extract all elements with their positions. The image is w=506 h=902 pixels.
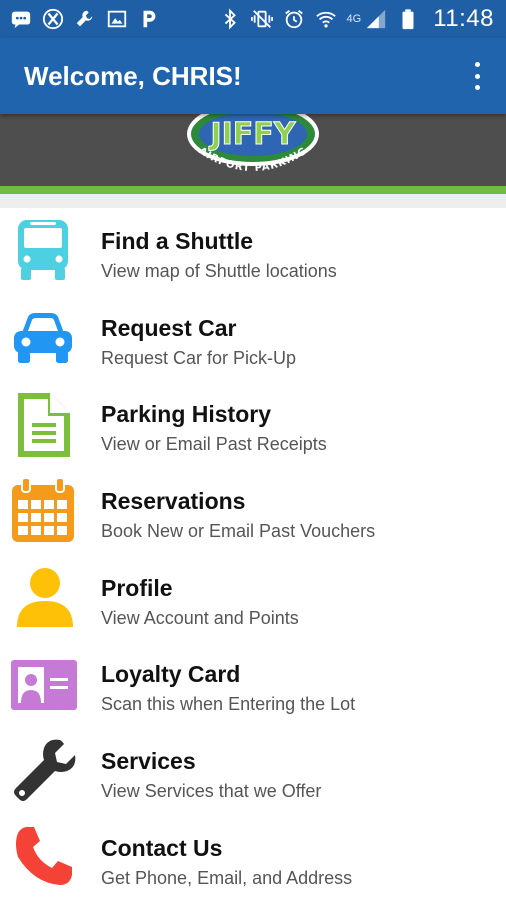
menu-item-services[interactable]: Services View Services that we Offer	[0, 728, 506, 815]
menu-item-subtitle: Scan this when Entering the Lot	[101, 694, 356, 715]
menu-item-reservations[interactable]: Reservations Book New or Email Past Vouc…	[0, 468, 506, 555]
menu-item-profile[interactable]: Profile View Account and Points	[0, 555, 506, 642]
app-bar: Welcome, CHRIS!	[0, 38, 506, 114]
document-icon	[8, 390, 78, 460]
notification-icons	[10, 8, 160, 30]
calendar-icon	[8, 476, 78, 546]
menu-item-subtitle: Book New or Email Past Vouchers	[101, 521, 376, 542]
xbox-icon	[42, 8, 64, 30]
menu-item-title: Services	[101, 748, 196, 775]
menu-item-title: Profile	[101, 574, 173, 601]
image-icon	[106, 8, 128, 30]
vibrate-icon	[250, 8, 273, 30]
messages-icon	[10, 8, 32, 30]
bus-icon	[8, 216, 78, 286]
menu-item-subtitle: View Services that we Offer	[101, 781, 322, 802]
menu-item-title: Parking History	[101, 401, 271, 428]
menu-item-loyalty-card[interactable]: Loyalty Card Scan this when Entering the…	[0, 641, 506, 728]
menu-item-contact-us[interactable]: Contact Us Get Phone, Email, and Address	[0, 815, 506, 902]
menu-item-find-a-shuttle[interactable]: Find a Shuttle View map of Shuttle locat…	[0, 208, 506, 295]
car-icon	[8, 303, 78, 373]
accent-line	[0, 186, 506, 194]
phone-icon	[8, 823, 78, 893]
menu-item-subtitle: View map of Shuttle locations	[101, 261, 337, 281]
separator	[0, 194, 506, 208]
status-bar: 4G 11:48	[0, 0, 506, 38]
system-icons: 4G 11:48	[219, 5, 494, 33]
menu-item-subtitle: Get Phone, Email, and Address	[101, 867, 353, 888]
menu-item-parking-history[interactable]: Parking History View or Email Past Recei…	[0, 381, 506, 468]
parking-p-icon	[138, 8, 160, 30]
menu-item-title: Request Car	[101, 314, 237, 341]
menu-item-subtitle: View Account and Points	[101, 607, 299, 628]
menu-item-request-car[interactable]: Request Car Request Car for Pick-Up	[0, 295, 506, 382]
page-title: Welcome, CHRIS!	[24, 60, 242, 91]
wifi-icon	[315, 8, 337, 30]
main-menu: Find a Shuttle View map of Shuttle locat…	[0, 208, 506, 902]
battery-icon	[397, 8, 419, 30]
jiffy-logo: JIFFY AIRPORT PARKING	[187, 114, 319, 174]
brand-banner: JIFFY AIRPORT PARKING	[0, 114, 506, 186]
wrench-icon	[74, 8, 96, 30]
menu-item-title: Contact Us	[101, 834, 223, 861]
menu-item-subtitle: View or Email Past Receipts	[101, 434, 327, 455]
person-icon	[8, 563, 78, 633]
wrench-icon	[8, 736, 78, 806]
menu-item-subtitle: Request Car for Pick-Up	[101, 347, 297, 368]
network-type-label: 4G	[346, 13, 362, 25]
alarm-icon	[283, 8, 305, 30]
menu-item-title: Loyalty Card	[101, 661, 241, 688]
clock: 11:48	[433, 5, 494, 32]
menu-item-title: Reservations	[101, 488, 246, 515]
bluetooth-icon	[219, 8, 241, 30]
id-card-icon	[8, 650, 78, 720]
menu-item-title: Find a Shuttle	[101, 228, 254, 254]
signal-icon	[365, 8, 387, 30]
more-vert-icon[interactable]	[472, 62, 482, 90]
svg-text:JIFFY: JIFFY	[208, 117, 296, 152]
